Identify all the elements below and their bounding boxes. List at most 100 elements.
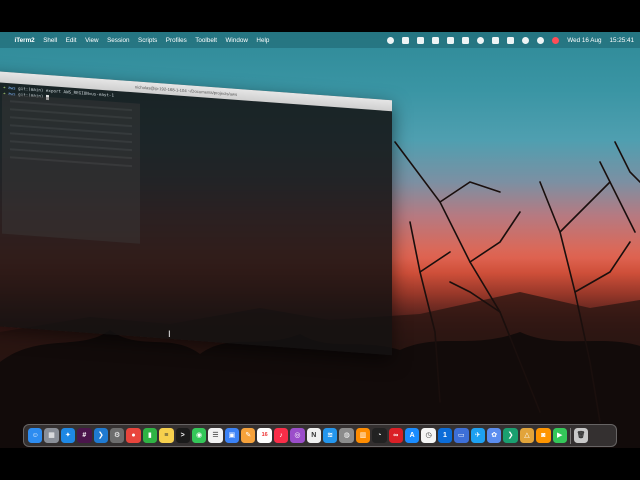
user-icon[interactable] xyxy=(552,36,560,44)
launchpad-icon-glyph: ▦ xyxy=(48,431,55,439)
menu-clock[interactable]: 15:25:41 xyxy=(609,37,634,44)
grapher-icon[interactable]: △ xyxy=(519,428,535,443)
photos-icon[interactable]: ✿ xyxy=(486,428,502,443)
mail-icon[interactable] xyxy=(462,36,470,44)
reminders-icon[interactable]: ☰ xyxy=(208,428,223,443)
news-icon[interactable]: N xyxy=(306,428,322,443)
grapher-icon-glyph: △ xyxy=(524,431,530,439)
menu-help[interactable]: Help xyxy=(256,37,269,44)
settings-icon[interactable]: ⚙ xyxy=(109,428,125,443)
slack-icon[interactable]: # xyxy=(77,428,92,443)
launchpad-icon[interactable]: ▦ xyxy=(44,428,59,443)
slack-icon-glyph: # xyxy=(82,431,87,439)
disk-utility-icon-glyph: ◍ xyxy=(343,431,350,439)
chrome-icon[interactable]: ● xyxy=(126,428,141,443)
terminal-window[interactable]: nicholas@ip-192-168-1-104 ~/Documents/pr… xyxy=(0,70,392,356)
numbers-icon[interactable]: ▮ xyxy=(142,428,158,443)
menu-view[interactable]: View xyxy=(85,37,99,44)
bluetooth-icon[interactable] xyxy=(492,36,500,44)
terminal-icon[interactable]: > xyxy=(175,428,190,443)
menu-edit[interactable]: Edit xyxy=(66,37,77,44)
docker-icon[interactable]: ≋ xyxy=(323,428,338,443)
finder-icon-glyph: ☺ xyxy=(31,431,39,439)
photo-booth-icon-glyph: ◙ xyxy=(541,431,546,439)
photos-icon-glyph: ✿ xyxy=(491,431,498,439)
menu-profiles[interactable]: Profiles xyxy=(166,37,187,44)
podcasts-icon-glyph: ◎ xyxy=(294,431,301,439)
vscode-insiders-icon[interactable]: ❯ xyxy=(503,428,518,443)
calendar-icon[interactable]: 16 xyxy=(257,428,272,443)
wifi-icon[interactable] xyxy=(522,36,530,44)
pages-icon-glyph: ✎ xyxy=(245,431,252,439)
photo-booth-icon[interactable]: ◙ xyxy=(536,428,551,443)
facetime-icon-glyph: ▶ xyxy=(557,431,563,439)
chrome-icon-glyph: ● xyxy=(131,431,136,439)
activity-monitor-icon[interactable]: ◔ xyxy=(372,428,387,443)
docker-icon-glyph: ≋ xyxy=(327,431,334,439)
creative-cloud-icon[interactable]: ∞ xyxy=(388,428,403,443)
screens-icon-glyph: ▭ xyxy=(458,431,465,439)
onepassword-icon-glyph: 1 xyxy=(443,431,447,439)
menu-app-name[interactable]: iTerm2 xyxy=(15,37,35,44)
menu-date[interactable]: Wed 16 Aug xyxy=(567,37,601,44)
finder-icon[interactable]: ☺ xyxy=(28,428,43,443)
dock: ☺ ▦ ✦ # ❯ ⚙ ● ▮ ≡ > ◉ ☰ ▣ ✎ 16 ♪ ◎ N ≋ ◍ ▥ ◔ ∞ A ◷ 1 ▭ ✈ ✿ ❯ △ ◙ ▶ 🗑 xyxy=(23,424,617,447)
preview-icon[interactable]: ▣ xyxy=(224,428,240,443)
dock-separator xyxy=(569,427,571,444)
books-icon[interactable]: ▥ xyxy=(355,428,371,443)
control-center-icon[interactable] xyxy=(477,36,485,44)
activity-monitor-icon-glyph: ◔ xyxy=(377,431,382,439)
messages-icon-glyph: ◉ xyxy=(196,431,203,439)
safari-icon-glyph: ✦ xyxy=(65,431,71,439)
menu-bar-menus: iTerm2 Shell Edit View Session Scripts P… xyxy=(6,37,270,44)
menu-window[interactable]: Window xyxy=(225,37,247,44)
clipboard-icon[interactable] xyxy=(432,36,440,44)
twitter-icon-glyph: ✈ xyxy=(474,431,481,439)
terminal-inner-pane xyxy=(2,93,140,244)
menu-bar: iTerm2 Shell Edit View Session Scripts P… xyxy=(0,32,640,48)
music-icon[interactable]: ♪ xyxy=(273,428,289,443)
menu-session[interactable]: Session xyxy=(107,37,129,44)
screens-icon[interactable]: ▭ xyxy=(454,428,469,443)
screen-icon[interactable] xyxy=(447,36,455,44)
status-area: Wed 16 Aug 15:25:41 xyxy=(387,36,634,44)
settings-icon-glyph: ⚙ xyxy=(114,431,121,439)
prompt-arrow: ➜ xyxy=(3,84,6,90)
app-store-icon-glyph: A xyxy=(409,431,415,439)
trash-icon-glyph: 🗑 xyxy=(576,431,586,439)
terminal-icon-glyph: > xyxy=(180,431,185,439)
menu-toolbelt[interactable]: Toolbelt xyxy=(195,37,217,44)
creative-cloud-icon-glyph: ∞ xyxy=(393,431,399,439)
app-store-icon[interactable]: A xyxy=(404,428,420,443)
safari-icon[interactable]: ✦ xyxy=(60,428,76,443)
search-icon[interactable] xyxy=(537,36,545,44)
ibeam-cursor-icon: I xyxy=(168,330,171,340)
books-icon-glyph: ▥ xyxy=(359,431,367,439)
dropbox-icon[interactable] xyxy=(417,36,425,44)
facetime-icon[interactable]: ▶ xyxy=(552,428,567,443)
vscode-icon-glyph: ❯ xyxy=(97,431,104,439)
docker-icon[interactable] xyxy=(402,36,410,44)
menu-shell[interactable]: Shell xyxy=(43,37,57,44)
clock-icon[interactable]: ◷ xyxy=(421,428,436,443)
vscode-insiders-icon-glyph: ❯ xyxy=(507,431,514,439)
vscode-icon[interactable]: ❯ xyxy=(93,428,108,443)
podcasts-icon[interactable]: ◎ xyxy=(290,428,305,443)
prompt-dir: aws xyxy=(8,85,16,91)
calendar-icon-glyph: 16 xyxy=(261,431,268,438)
notes-icon-glyph: ≡ xyxy=(164,431,169,439)
onepassword-icon[interactable]: 1 xyxy=(437,428,453,443)
reminders-icon-glyph: ☰ xyxy=(212,431,219,439)
news-icon-glyph: N xyxy=(311,431,317,439)
messages-icon[interactable]: ◉ xyxy=(191,428,207,443)
battery-icon[interactable] xyxy=(507,36,515,44)
menu-scripts[interactable]: Scripts xyxy=(138,37,157,44)
twitter-icon[interactable]: ✈ xyxy=(470,428,485,443)
preview-icon-glyph: ▣ xyxy=(228,431,236,439)
record-icon[interactable] xyxy=(387,36,395,44)
trash-icon[interactable]: 🗑 xyxy=(573,428,589,443)
numbers-icon-glyph: ▮ xyxy=(148,431,152,439)
pages-icon[interactable]: ✎ xyxy=(241,428,256,443)
disk-utility-icon[interactable]: ◍ xyxy=(339,428,354,443)
notes-icon[interactable]: ≡ xyxy=(159,428,174,443)
